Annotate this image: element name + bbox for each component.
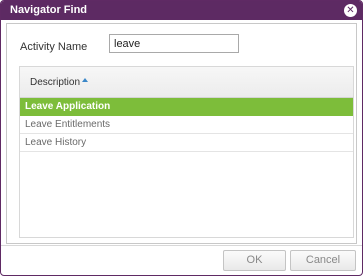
- close-icon[interactable]: ✕: [344, 4, 357, 17]
- table-row[interactable]: Leave Application: [20, 98, 353, 116]
- ok-button[interactable]: OK: [223, 250, 286, 271]
- sort-ascending-icon[interactable]: [82, 78, 88, 82]
- dialog-titlebar[interactable]: Navigator Find ✕: [1, 1, 362, 20]
- activity-name-input[interactable]: [109, 34, 239, 53]
- footer-divider: [1, 245, 362, 246]
- table-row[interactable]: Leave Entitlements: [20, 116, 353, 134]
- activity-name-label: Activity Name: [20, 41, 88, 53]
- column-header-description[interactable]: Description: [30, 77, 80, 88]
- grid-header: Description: [20, 67, 353, 98]
- table-row[interactable]: Leave History: [20, 134, 353, 152]
- dialog-body: Activity Name Description Leave Applicat…: [6, 23, 357, 244]
- results-grid: Description Leave Application Leave Enti…: [19, 66, 354, 238]
- cancel-button[interactable]: Cancel: [290, 250, 356, 271]
- dialog-title: Navigator Find: [10, 4, 88, 16]
- navigator-find-dialog: Navigator Find ✕ Activity Name Descripti…: [0, 0, 363, 276]
